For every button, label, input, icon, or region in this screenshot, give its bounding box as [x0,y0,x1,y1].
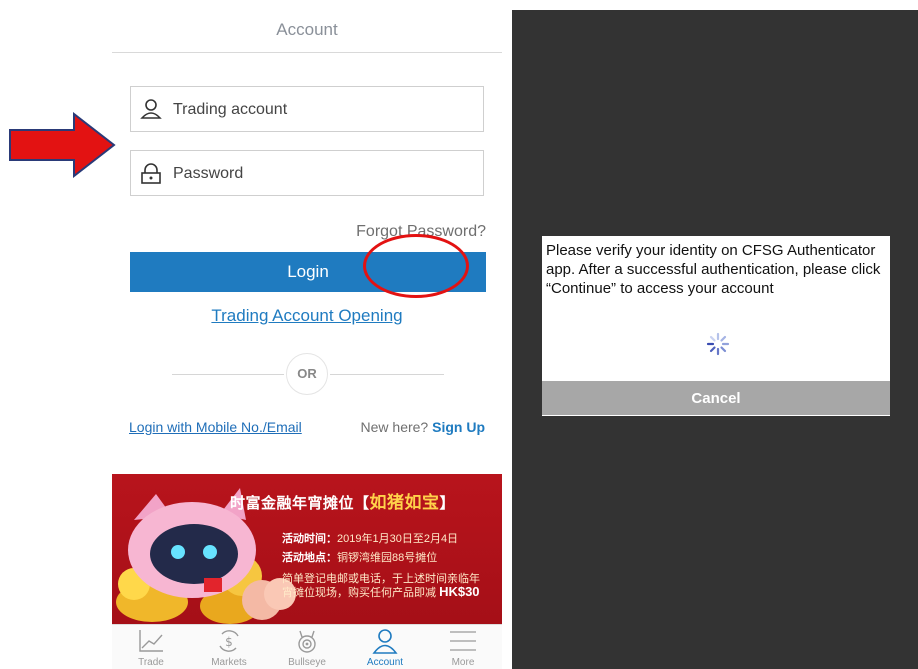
or-separator: OR [286,353,328,395]
login-screen: Account Forgot Password? Login Trading A… [112,0,502,669]
banner-title: 时富金融年宵摊位【如猪如宝】 [230,493,456,513]
trading-account-input[interactable] [171,95,475,125]
loading-spinner-icon [706,332,730,356]
tab-label: Bullseye [288,657,326,668]
banner-time: 活动时间：2019年1月30日至2月4日 [282,533,459,545]
new-here-label: New here? [360,419,429,435]
chart-icon [139,630,163,652]
tab-more[interactable]: More [424,625,502,669]
tab-label: Markets [211,657,247,668]
tab-bullseye[interactable]: Bullseye [268,625,346,669]
new-here-text: New here? Sign Up [361,419,485,435]
banner-place: 活动地点：铜锣湾维园88号摊位 [282,552,438,564]
verification-dialog: Please verify your identity on CFSG Auth… [542,236,890,416]
person-icon [372,629,398,654]
dialog-message: Please verify your identity on CFSG Auth… [546,242,881,297]
tab-account[interactable]: Account [346,625,424,669]
sign-up-link[interactable]: Sign Up [432,419,485,435]
tab-label: More [451,657,475,668]
login-with-mobile-email-link[interactable]: Login with Mobile No./Email [129,419,302,435]
tab-label: Account [366,657,404,668]
or-divider-left [172,374,284,375]
markets-icon: $ [219,630,239,652]
password-field[interactable] [130,150,484,196]
lock-icon [141,163,161,184]
trading-account-opening-link[interactable]: Trading Account Opening [112,306,502,326]
svg-text:$: $ [225,635,233,649]
bullseye-icon [298,630,316,653]
header-bar: Account [112,0,502,53]
annotation-arrow-icon [9,112,116,178]
cancel-button[interactable]: Cancel [542,381,890,415]
annotation-circle [363,234,469,298]
tab-markets[interactable]: $ Markets [190,625,268,669]
bottom-tab-bar: Trade $ Markets Bullseye Account More [112,624,502,669]
promo-banner[interactable]: 时富金融年宵摊位【如猪如宝】 活动时间：2019年1月30日至2月4日 活动地点… [112,474,502,624]
user-icon [140,99,162,119]
banner-line4: 宵摊位现场，购买任何产品即减 HK$30 [282,584,480,599]
trading-account-field[interactable] [130,86,484,132]
tab-label: Trade [138,657,164,668]
tab-trade[interactable]: Trade [112,625,190,669]
menu-icon [450,631,476,651]
password-input[interactable] [171,159,475,189]
page-title: Account [276,20,338,39]
or-divider-right [330,374,444,375]
